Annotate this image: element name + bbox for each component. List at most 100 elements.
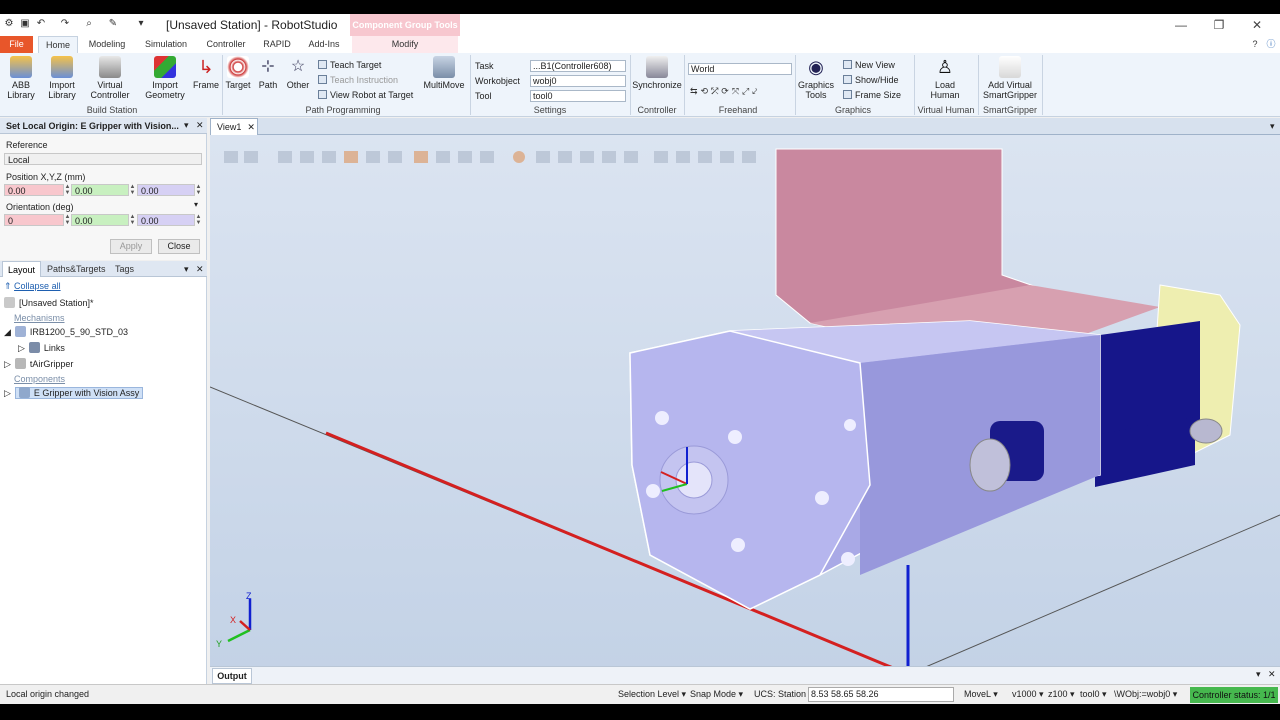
controller-status-badge[interactable]: Controller status: 1/1 [1190, 687, 1278, 703]
minimize-icon[interactable]: — [1166, 17, 1196, 33]
workobject-select[interactable]: wobj0 [530, 75, 626, 87]
zoom-icon[interactable]: ⌕ [82, 18, 96, 30]
view-close-icon[interactable]: ✕ [247, 122, 255, 132]
tab-simulation[interactable]: Simulation [140, 36, 192, 53]
output-close-icon[interactable]: ✕ [1268, 669, 1276, 680]
restore-icon[interactable]: ❐ [1204, 17, 1234, 33]
apply-button[interactable]: Apply [110, 239, 152, 254]
tree-station[interactable]: [Unsaved Station]* [4, 296, 94, 310]
expand-icon[interactable]: ▷ [18, 343, 25, 353]
collapse-all-link[interactable]: ⇑ Collapse all [4, 279, 61, 293]
view-robot-at-target-button[interactable]: View Robot at Target [318, 89, 413, 101]
tab-tags[interactable]: Tags [110, 261, 139, 277]
add-virtual-smartgripper-button[interactable]: Add Virtual SmartGripper [980, 56, 1040, 100]
abb-library-icon [10, 56, 32, 78]
load-human-button[interactable]: ♙ Load Human [922, 56, 968, 100]
expand-icon[interactable]: ▷ [4, 359, 11, 369]
abb-library-button[interactable]: ABB Library [4, 56, 38, 100]
freehand-reference-select[interactable]: World [688, 63, 792, 75]
tool-icon[interactable]: ✎ [106, 18, 120, 30]
show-hide-button[interactable]: Show/Hide [843, 74, 899, 86]
target-button[interactable]: Target [224, 56, 252, 90]
tree-robot[interactable]: ◢ IRB1200_5_90_STD_03 [4, 325, 128, 339]
orientation-z-spinner[interactable]: ▲ ▼ [195, 214, 202, 226]
reference-label: Reference [6, 140, 48, 150]
layout-menu-icon[interactable]: ▾ [184, 264, 189, 275]
3d-viewport[interactable]: Z Y X [210, 135, 1280, 675]
orientation-x-input[interactable]: 0 [4, 214, 64, 226]
position-x-spinner[interactable]: ▲ ▼ [64, 184, 71, 196]
reference-select[interactable]: Local [4, 153, 202, 165]
tab-modify[interactable]: Modify [352, 36, 458, 53]
selection-level-dropdown[interactable]: Selection Level ▾ [618, 689, 686, 700]
viewport-toolbar[interactable] [224, 149, 784, 165]
path-button[interactable]: ⊹ Path [254, 56, 282, 90]
tab-view1[interactable]: View1 ✕ [210, 118, 258, 135]
position-z-spinner[interactable]: ▲ ▼ [195, 184, 202, 196]
tab-controller[interactable]: Controller [200, 36, 252, 53]
info-icon[interactable]: ⓘ [1264, 36, 1278, 53]
layout-panel: Layout Paths&Targets Tags ▾ ✕ ⇑ Collapse… [0, 261, 207, 687]
group-label-virtual-human: Virtual Human [917, 105, 975, 115]
import-library-button[interactable]: Import Library [44, 56, 80, 100]
frame-size-button[interactable]: Frame Size [843, 89, 901, 101]
tab-output[interactable]: Output [212, 668, 252, 684]
save-icon[interactable]: ▣ [18, 18, 32, 30]
tree-component[interactable]: ▷ E Gripper with Vision Assy [4, 386, 144, 400]
teach-instruction-button[interactable]: Teach Instruction [318, 74, 398, 86]
graphics-tools-button[interactable]: ◉ Graphics Tools [796, 56, 836, 100]
virtual-controller-button[interactable]: Virtual Controller [86, 56, 134, 100]
synchronize-button[interactable]: Synchronize [632, 56, 682, 90]
position-y-spinner[interactable]: ▲ ▼ [129, 184, 136, 196]
expand-icon[interactable]: ▷ [4, 388, 11, 398]
zone-dropdown[interactable]: z100 ▾ [1048, 689, 1075, 700]
close-icon[interactable]: ✕ [1242, 17, 1272, 33]
tree-tool[interactable]: ▷ tAirGripper [4, 357, 73, 371]
tab-modeling[interactable]: Modeling [84, 36, 130, 53]
panel-menu-icon[interactable]: ▾ [184, 120, 189, 131]
tool-select[interactable]: tool0 [530, 90, 626, 102]
tree-links[interactable]: ▷ Links [18, 341, 65, 355]
new-view-button[interactable]: New View [843, 59, 895, 71]
import-geometry-button[interactable]: Import Geometry [140, 56, 190, 100]
tab-add-ins[interactable]: Add-Ins [302, 36, 346, 53]
position-x-input[interactable]: 0.00 [4, 184, 64, 196]
position-y-input[interactable]: 0.00 [71, 184, 129, 196]
coordinates-field[interactable]: 8.53 58.65 58.26 [808, 687, 954, 702]
tab-home[interactable]: Home [38, 36, 78, 53]
help-icon[interactable]: ? [1248, 36, 1262, 53]
other-button[interactable]: ☆ Other [284, 56, 312, 90]
orientation-x-spinner[interactable]: ▲ ▼ [64, 214, 71, 226]
undo-icon[interactable]: ↶ [34, 18, 48, 30]
snap-mode-dropdown[interactable]: Snap Mode ▾ [690, 689, 743, 700]
orientation-expand-icon[interactable]: ▾ [194, 200, 198, 209]
orientation-y-input[interactable]: 0.00 [71, 214, 129, 226]
move-type-dropdown[interactable]: MoveL ▾ [964, 689, 998, 700]
frame-button[interactable]: ↳ Frame [192, 56, 220, 90]
panel-close-icon[interactable]: ✕ [196, 120, 204, 131]
output-menu-icon[interactable]: ▾ [1256, 669, 1261, 680]
redo-icon[interactable]: ↷ [58, 18, 72, 30]
teach-target-button[interactable]: Teach Target [318, 59, 381, 71]
view-menu-icon[interactable]: ▾ [1270, 121, 1275, 132]
speed-dropdown[interactable]: v1000 ▾ [1012, 689, 1044, 700]
freehand-jog-icons[interactable]: ⇆⟲⤱⟳⤧⤢⤦ [690, 85, 760, 97]
import-library-icon [51, 56, 73, 78]
orientation-z-input[interactable]: 0.00 [137, 214, 195, 226]
tab-rapid[interactable]: RAPID [260, 36, 294, 53]
expand-icon[interactable]: ◢ [4, 327, 11, 337]
close-button[interactable]: Close [158, 239, 200, 254]
multimove-button[interactable]: MultiMove [420, 56, 468, 90]
customize-qat-icon[interactable]: ▾ [134, 18, 148, 30]
screen-bottom-border [0, 704, 1280, 720]
layout-close-icon[interactable]: ✕ [196, 264, 204, 275]
position-z-input[interactable]: 0.00 [137, 184, 195, 196]
tab-file[interactable]: File [0, 36, 33, 53]
tool-dropdown[interactable]: tool0 ▾ [1080, 689, 1107, 700]
orientation-y-spinner[interactable]: ▲ ▼ [129, 214, 136, 226]
wobj-dropdown[interactable]: \WObj:=wobj0 ▾ [1114, 689, 1177, 700]
tab-paths-targets[interactable]: Paths&Targets [42, 261, 111, 277]
path-icon: ⊹ [261, 58, 275, 75]
task-select[interactable]: ...B1(Controller608) [530, 60, 626, 72]
tab-layout[interactable]: Layout [2, 261, 42, 277]
